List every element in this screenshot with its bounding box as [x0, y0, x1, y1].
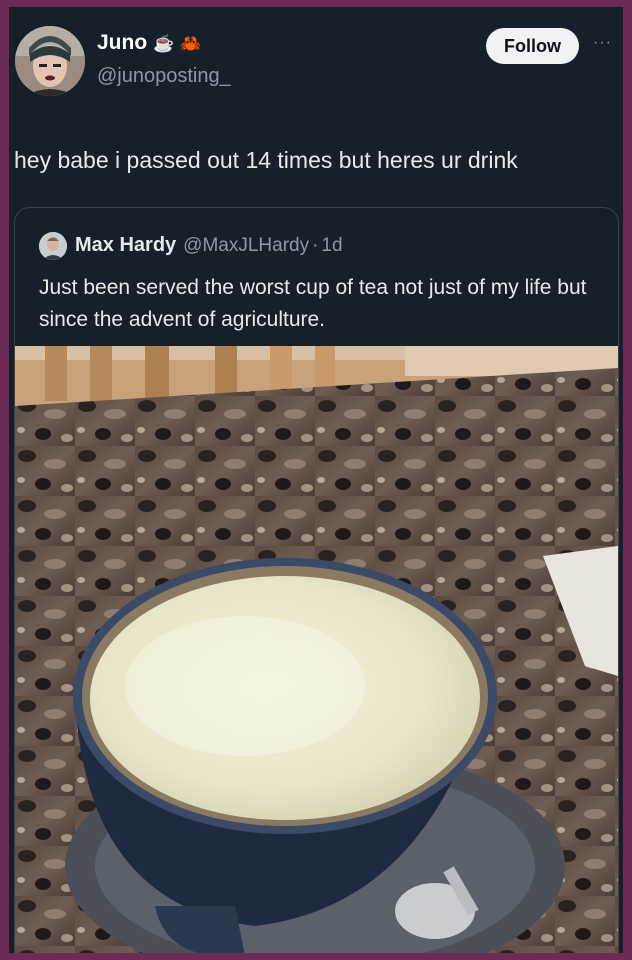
follow-button[interactable]: Follow	[486, 28, 579, 64]
quoted-header: Max Hardy @MaxJLHardy · 1d	[75, 234, 343, 257]
avatar[interactable]	[15, 26, 85, 96]
more-icon[interactable]: ···	[593, 34, 612, 52]
quoted-separator: ·	[312, 235, 319, 256]
quoted-handle[interactable]: @MaxJLHardy	[183, 235, 309, 257]
quoted-tweet[interactable]: Max Hardy @MaxJLHardy · 1d Just been ser…	[14, 207, 619, 953]
tea-photo[interactable]	[15, 346, 618, 953]
quoted-name[interactable]: Max Hardy	[75, 234, 176, 257]
post-frame: Juno ☕ 🦀 @junoposting_ Follow ··· hey ba…	[9, 7, 623, 953]
quoted-text: Just been served the worst cup of tea no…	[39, 276, 587, 331]
author-name-row: Juno ☕ 🦀	[97, 31, 202, 55]
coffee-emoji: ☕	[153, 33, 175, 53]
quoted-avatar[interactable]	[39, 232, 67, 260]
crab-emoji: 🦀	[180, 33, 202, 53]
quoted-time[interactable]: 1d	[321, 235, 342, 257]
author-handle[interactable]: @junoposting_	[97, 65, 231, 88]
author-name[interactable]: Juno	[97, 31, 147, 55]
tweet-text: hey babe i passed out 14 times but heres…	[14, 147, 518, 173]
